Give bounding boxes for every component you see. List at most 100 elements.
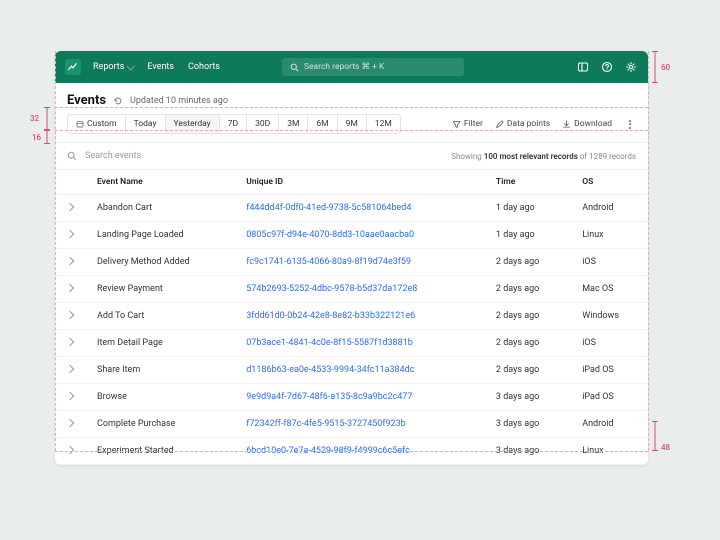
filter-button[interactable]: Filter [452,119,483,129]
cell-event-name: Complete Purchase [85,411,234,438]
cell-unique-id[interactable]: 0805c97f-d94e-4070-8dd3-10aae0aacba0 [234,222,484,249]
anno-guide [55,51,56,451]
cell-time: 1 day ago [484,195,570,222]
expand-toggle[interactable] [55,222,85,249]
table-row[interactable]: Delivery Method Addedfc9c1741-6135-4066-… [55,249,648,276]
cell-os: Windows [570,303,648,330]
cell-time: 2 days ago [484,330,570,357]
global-search-placeholder: Search reports ⌘ + K [304,62,384,72]
expand-toggle[interactable] [55,249,85,276]
settings-icon[interactable] [624,60,638,74]
cell-unique-id[interactable]: f444dd4f-0df0-41ed-9738-5c581064bed4 [234,195,484,222]
cell-event-name: Share Item [85,357,234,384]
page-header: Events Updated 10 minutes ago [55,83,648,114]
anno-gap: 16 [38,130,52,144]
cell-os: Android [570,411,648,438]
toolbar-right: Filter Data points Download [452,119,636,129]
expand-toggle[interactable] [55,411,85,438]
nav-cohorts[interactable]: Cohorts [188,62,220,72]
topbar-actions [576,60,638,74]
anno-guide [55,107,648,108]
cell-event-name: Item Detail Page [85,330,234,357]
event-search-row: Showing 100 most relevant records of 128… [55,143,648,170]
date-range-group: Custom Today Yesterday 7D 30D 3M 6M 9M 1… [67,114,401,134]
calendar-icon [76,120,84,128]
download-button[interactable]: Download [562,119,612,129]
cell-unique-id[interactable]: f72342ff-f87c-4fe5-9515-3727450f923b [234,411,484,438]
expand-toggle[interactable] [55,303,85,330]
cell-time: 2 days ago [484,276,570,303]
cell-time: 2 days ago [484,249,570,276]
cell-event-name: Landing Page Loaded [85,222,234,249]
cell-time: 3 days ago [484,411,570,438]
more-menu[interactable] [624,120,636,129]
download-icon [562,120,571,129]
cell-os: iPad OS [570,384,648,411]
datapoints-button[interactable]: Data points [495,119,550,129]
help-icon[interactable] [600,60,614,74]
cell-event-name: Add To Cart [85,303,234,330]
anno-bottom-gap: 48 [651,421,665,451]
cell-os: iOS [570,249,648,276]
cell-os: Android [570,195,648,222]
cell-unique-id[interactable]: 07b3ace1-4841-4c0e-8f15-5587f1d3881b [234,330,484,357]
table-row[interactable]: Review Payment574b2693-5252-4dbc-9578-b5… [55,276,648,303]
cell-os: Linux [570,222,648,249]
table-row[interactable]: Browse9e9d9a4f-7d67-48f6-a135-8c9a9bc2c4… [55,384,648,411]
col-time[interactable]: Time [484,170,570,195]
nav-reports[interactable]: Reports [93,62,133,72]
page-title: Events [67,93,106,108]
cell-os: Mac OS [570,276,648,303]
table-row[interactable]: Add To Cart3fdd61d0-0b24-42e8-8e82-b33b3… [55,303,648,330]
updated-label: Updated 10 minutes ago [130,96,228,106]
table-row[interactable]: Abandon Cartf444dd4f-0df0-41ed-9738-5c58… [55,195,648,222]
global-search[interactable]: Search reports ⌘ + K [282,58,464,76]
table-row[interactable]: Share Itemd1186b63-ea0e-4533-9994-34fc11… [55,357,648,384]
cell-os: iPad OS [570,357,648,384]
cell-event-name: Delivery Method Added [85,249,234,276]
search-icon [67,151,77,161]
expand-toggle[interactable] [55,276,85,303]
cell-event-name: Browse [85,384,234,411]
anno-guide [648,51,649,451]
search-icon [290,63,299,72]
nav-events[interactable]: Events [147,62,174,72]
cell-unique-id[interactable]: 9e9d9a4f-7d67-48f6-a135-8c9a9bc2c477 [234,384,484,411]
cell-event-name: Abandon Cart [85,195,234,222]
refresh-icon[interactable] [113,96,123,106]
anno-toolbar-height: 32 [38,107,52,130]
expand-toggle[interactable] [55,195,85,222]
chevron-down-icon [127,62,135,70]
table-row[interactable]: Landing Page Loaded0805c97f-d94e-4070-8d… [55,222,648,249]
cell-unique-id[interactable]: d1186b63-ea0e-4533-9994-34fc11a384dc [234,357,484,384]
cell-time: 3 days ago [484,384,570,411]
cell-event-name: Review Payment [85,276,234,303]
col-unique-id[interactable]: Unique ID [234,170,484,195]
anno-guide [55,130,648,131]
showing-count: Showing 100 most relevant records of 128… [451,152,636,161]
cell-unique-id[interactable]: 574b2693-5252-4dbc-9578-b5d37da172e8 [234,276,484,303]
expand-toggle[interactable] [55,357,85,384]
cell-time: 2 days ago [484,357,570,384]
nav: Reports Events Cohorts [93,62,220,72]
logo-icon [68,62,78,72]
toolbar: Custom Today Yesterday 7D 30D 3M 6M 9M 1… [55,114,648,143]
col-event-name[interactable]: Event Name [85,170,234,195]
anno-topbar-height: 60 [651,51,665,83]
cell-unique-id[interactable]: 3fdd61d0-0b24-42e8-8e82-b33b322121e6 [234,303,484,330]
app-logo[interactable] [65,59,81,75]
topbar: Reports Events Cohorts Search reports ⌘ … [55,51,648,83]
filter-icon [452,120,461,129]
panel-icon[interactable] [576,60,590,74]
cell-time: 1 day ago [484,222,570,249]
event-search-input[interactable] [85,151,443,161]
table-row[interactable]: Complete Purchasef72342ff-f87c-4fe5-9515… [55,411,648,438]
expand-toggle[interactable] [55,330,85,357]
expand-toggle[interactable] [55,384,85,411]
table-row[interactable]: Item Detail Page07b3ace1-4841-4c0e-8f15-… [55,330,648,357]
cell-unique-id[interactable]: fc9c1741-6135-4066-80a9-8f19d74e3f59 [234,249,484,276]
pencil-icon [495,120,504,129]
col-os[interactable]: OS [570,170,648,195]
cell-os: iOS [570,330,648,357]
anno-guide [55,451,648,452]
